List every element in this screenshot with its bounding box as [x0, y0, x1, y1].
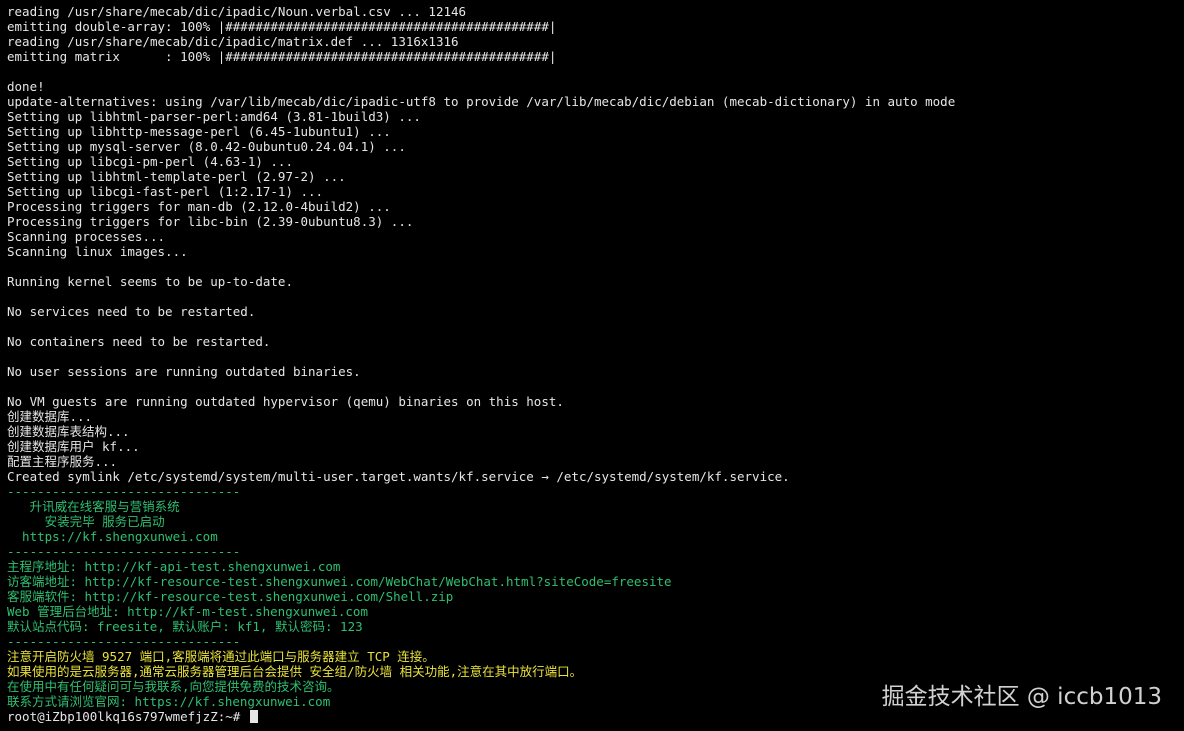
- terminal-line: 创建数据库...: [7, 409, 93, 424]
- terminal-line: Web 管理后台地址: http://kf-m-test.shengxunwei…: [7, 604, 368, 619]
- terminal-line: No containers need to be restarted.: [7, 334, 271, 349]
- shell-prompt: root@iZbp100lkq16s797wmefjzZ:~#: [7, 709, 248, 724]
- terminal-line: emitting matrix : 100% |################…: [7, 49, 557, 64]
- terminal-line: -------------------------------: [7, 634, 241, 649]
- terminal-line: reading /usr/share/mecab/dic/ipadic/Noun…: [7, 4, 467, 19]
- terminal-window[interactable]: reading /usr/share/mecab/dic/ipadic/Noun…: [0, 0, 1184, 731]
- terminal-line: 配置主程序服务...: [7, 454, 118, 469]
- terminal-line: Setting up libhtml-template-perl (2.97-2…: [7, 169, 346, 184]
- terminal-line: No user sessions are running outdated bi…: [7, 364, 361, 379]
- terminal-line: 主程序地址: http://kf-api-test.shengxunwei.co…: [7, 559, 341, 574]
- terminal-line: reading /usr/share/mecab/dic/ipadic/matr…: [7, 34, 459, 49]
- watermark: 掘金技术社区 @ iccb1013: [881, 684, 1162, 710]
- terminal-line: No VM guests are running outdated hyperv…: [7, 394, 564, 409]
- terminal-line: 客服端软件: http://kf-resource-test.shengxunw…: [7, 589, 454, 604]
- prompt-line[interactable]: root@iZbp100lkq16s797wmefjzZ:~#: [7, 709, 1184, 724]
- terminal-line: Setting up libcgi-fast-perl (1:2.17-1) .…: [7, 184, 324, 199]
- terminal-line: Setting up mysql-server (8.0.42-0ubuntu0…: [7, 139, 406, 154]
- terminal-line: emitting double-array: 100% |###########…: [7, 19, 557, 34]
- terminal-line: Running kernel seems to be up-to-date.: [7, 274, 293, 289]
- terminal-line: Scanning processes...: [7, 229, 166, 244]
- terminal-line: Setting up libhttp-message-perl (6.45-1u…: [7, 124, 391, 139]
- terminal-line: Setting up libcgi-pm-perl (4.63-1) ...: [7, 154, 293, 169]
- terminal-line: done!: [7, 79, 45, 94]
- terminal-line: 升讯威在线客服与营销系统: [7, 499, 180, 514]
- terminal-line: 创建数据库用户 kf...: [7, 439, 140, 454]
- text-cursor: [249, 710, 258, 723]
- terminal-line: Scanning linux images...: [7, 244, 188, 259]
- terminal-line: 默认站点代码: freesite, 默认账户: kf1, 默认密码: 123: [7, 619, 363, 634]
- terminal-line: -------------------------------: [7, 544, 241, 559]
- terminal-line: Setting up libhtml-parser-perl:amd64 (3.…: [7, 109, 421, 124]
- terminal-line: No services need to be restarted.: [7, 304, 256, 319]
- terminal-line: 安装完毕 服务已启动: [7, 514, 165, 529]
- terminal-line: -------------------------------: [7, 484, 241, 499]
- terminal-line: Processing triggers for libc-bin (2.39-0…: [7, 214, 414, 229]
- terminal-line: Processing triggers for man-db (2.12.0-4…: [7, 199, 391, 214]
- terminal-output: reading /usr/share/mecab/dic/ipadic/Noun…: [7, 4, 1184, 709]
- terminal-line: https://kf.shengxunwei.com: [7, 529, 218, 544]
- terminal-line: update-alternatives: using /var/lib/meca…: [7, 94, 956, 109]
- terminal-line: 创建数据库表结构...: [7, 424, 130, 439]
- terminal-line: 访客端地址: http://kf-resource-test.shengxunw…: [7, 574, 672, 589]
- terminal-line: Created symlink /etc/systemd/system/mult…: [7, 469, 790, 484]
- terminal-line: 注意开启防火墙 9527 端口,客服端将通过此端口与服务器建立 TCP 连接。: [7, 649, 435, 664]
